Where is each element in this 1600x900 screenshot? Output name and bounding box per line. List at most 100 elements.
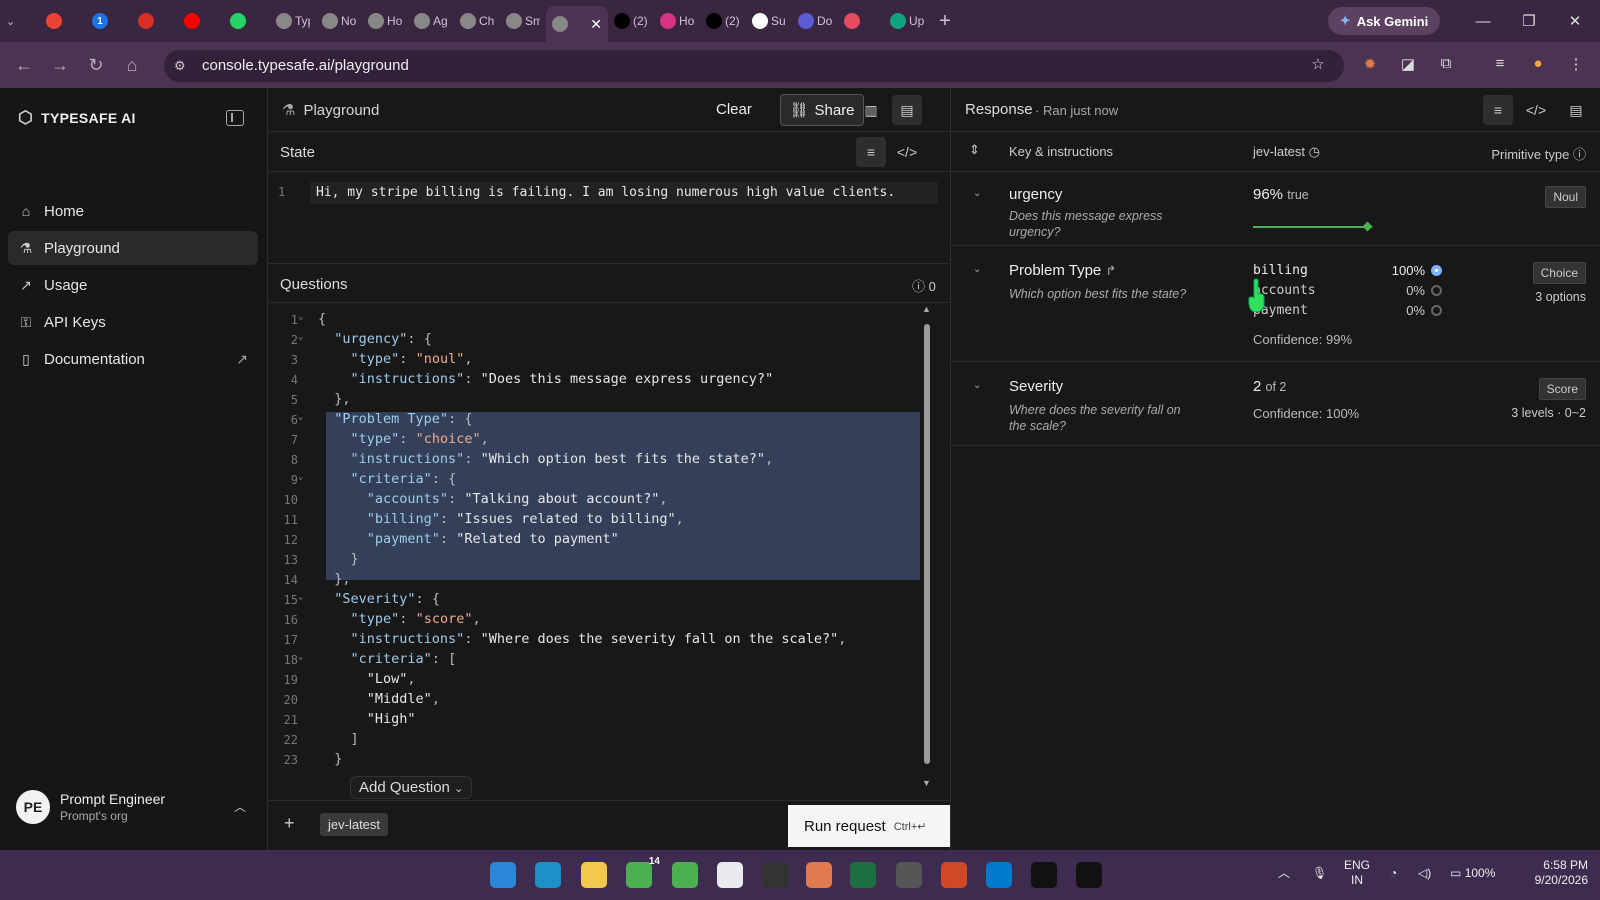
sidebar-item-api-keys[interactable]: ⚿ API Keys <box>8 305 258 339</box>
explorer-icon[interactable] <box>581 862 607 888</box>
back-icon[interactable]: ← <box>6 55 42 76</box>
browser-tab[interactable]: (2) <box>608 5 654 37</box>
code-line[interactable]: 9 ⌄ "criteria": { <box>268 470 938 490</box>
code-line[interactable]: 1 ⌄ { <box>268 310 938 330</box>
code-line[interactable]: 21 "High" <box>268 710 938 730</box>
response-row-severity[interactable]: ⌄ Severity Where does the severity fall … <box>951 362 1600 446</box>
code-line[interactable]: 19 "Low", <box>268 670 938 690</box>
chevron-down-icon[interactable]: ⌄ <box>973 264 981 275</box>
new-tab-button[interactable]: + <box>930 10 960 33</box>
response-row-problem-type[interactable]: ⌄ Problem Type ↱ Which option best fits … <box>951 246 1600 362</box>
fold-icon[interactable]: ⌄ <box>298 652 303 662</box>
chrome-icon[interactable] <box>717 862 743 888</box>
code-line[interactable]: 18 ⌄ "criteria": [ <box>268 650 938 670</box>
code-line[interactable]: 7 "type": "choice", <box>268 430 938 450</box>
browser-tab[interactable]: Sm <box>500 5 546 37</box>
edge-icon[interactable] <box>535 862 561 888</box>
share-arrow-icon[interactable]: ↱ <box>1105 263 1116 278</box>
profile-icon[interactable]: ● <box>1528 55 1548 75</box>
chevron-down-icon[interactable]: ⌄ <box>973 188 981 199</box>
run-request-button[interactable]: Run request Ctrl+↵ <box>788 805 950 847</box>
stacked-view-icon[interactable]: ▤ <box>892 95 922 125</box>
browser-tab[interactable]: Ho <box>362 5 408 37</box>
chevron-down-icon[interactable]: ⌄ <box>973 380 981 391</box>
media-icon[interactable]: ≡ <box>1490 55 1510 75</box>
forward-icon[interactable]: → <box>42 55 78 76</box>
tab-search-icon[interactable]: ⌄ <box>0 5 40 37</box>
mic-icon[interactable]: 🎙 <box>1312 866 1327 881</box>
editor-scrollbar[interactable]: ▲ ▼ <box>922 304 932 792</box>
expand-all-icon[interactable]: ⇕ <box>969 142 980 158</box>
vscode-icon[interactable] <box>986 862 1012 888</box>
code-line[interactable]: 5 }, <box>268 390 938 410</box>
close-tab-icon[interactable]: ✕ <box>590 16 602 33</box>
claude-icon[interactable] <box>806 862 832 888</box>
capcut-icon[interactable] <box>1076 862 1102 888</box>
browser-tab[interactable]: Age <box>408 5 454 37</box>
browser-tab[interactable]: ✕ <box>546 6 608 42</box>
code-line[interactable]: 11 "billing": "Issues related to billing… <box>268 510 938 530</box>
powerpoint-icon[interactable] <box>941 862 967 888</box>
code-line[interactable]: 10 "accounts": "Talking about account?", <box>268 490 938 510</box>
code-line[interactable]: 6 ⌄ "Problem Type": { <box>268 410 938 430</box>
browser-tab[interactable]: Ho <box>654 5 700 37</box>
state-editor[interactable]: 1 Hi, my stripe billing is failing. I am… <box>268 182 951 204</box>
wifi-icon[interactable]: ◔ <box>1390 866 1397 881</box>
claude-extension-icon[interactable]: ✹ <box>1360 55 1380 75</box>
model-tag[interactable]: jev-latest <box>320 813 389 836</box>
browser-tab[interactable] <box>224 5 270 37</box>
code-line[interactable]: 12 "payment": "Related to payment" <box>268 530 938 550</box>
language-indicator[interactable]: ENG IN <box>1344 858 1370 888</box>
sidebar-item-documentation[interactable]: ▯ Documentation ↗ <box>8 342 258 376</box>
add-model-icon[interactable]: + <box>284 813 295 834</box>
chevron-up-icon[interactable]: ︿ <box>1278 866 1290 881</box>
reload-icon[interactable]: ↻ <box>78 55 114 76</box>
excel-icon[interactable] <box>850 862 876 888</box>
close-window-icon[interactable]: ✕ <box>1552 0 1598 42</box>
clock[interactable]: 6:58 PM 9/20/2026 <box>1518 858 1588 888</box>
chevron-up-icon[interactable]: ︿ <box>234 798 246 815</box>
browser-tab[interactable] <box>178 5 224 37</box>
home-icon[interactable]: ⌂ <box>114 55 150 76</box>
user-profile[interactable]: PE Prompt Engineer Prompt's org <box>16 790 165 824</box>
terminal-icon[interactable] <box>762 862 788 888</box>
code-line[interactable]: 13 } <box>268 550 938 570</box>
ask-gemini-button[interactable]: ✦ Ask Gemini <box>1328 7 1440 35</box>
restore-icon[interactable]: ❐ <box>1506 0 1552 42</box>
code-line[interactable]: 20 "Middle", <box>268 690 938 710</box>
browser-tab[interactable]: 1 <box>86 5 132 37</box>
sidebar-item-playground[interactable]: ⚗ Playground <box>8 231 258 265</box>
minimize-icon[interactable]: — <box>1460 0 1506 42</box>
clear-button[interactable]: Clear <box>716 101 752 118</box>
text-view-icon[interactable]: ≡ <box>856 137 886 167</box>
code-line[interactable]: 8 "instructions": "Which option best fit… <box>268 450 938 470</box>
site-info-icon[interactable]: ⚙ <box>174 58 186 74</box>
browser-tab[interactable]: Cho <box>454 5 500 37</box>
collapse-sidebar-icon[interactable] <box>226 110 244 126</box>
fold-icon[interactable]: ⌄ <box>298 412 303 422</box>
volume-icon[interactable]: ◁) <box>1418 866 1431 881</box>
code-line[interactable]: 16 "type": "score", <box>268 610 938 630</box>
windows-icon[interactable] <box>490 862 516 888</box>
fold-icon[interactable]: ⌄ <box>298 592 303 602</box>
code-line[interactable]: 15 ⌄ "Severity": { <box>268 590 938 610</box>
code-line[interactable]: 3 "type": "noul", <box>268 350 938 370</box>
browser-tab[interactable]: Do <box>792 5 838 37</box>
browser-tab[interactable]: Suc <box>746 5 792 37</box>
sidebar-item-usage[interactable]: ↗ Usage <box>8 268 258 302</box>
code-view-icon[interactable]: </> <box>1521 95 1551 125</box>
browser-tab[interactable]: No <box>316 5 362 37</box>
chrome-icon[interactable]: 14 <box>626 856 660 888</box>
menu-dots-icon[interactable]: ⋮ <box>1566 55 1586 75</box>
puzzle-icon[interactable]: ⧉ <box>1436 55 1456 75</box>
questions-editor[interactable]: 1 ⌄{2 ⌄ "urgency": {3 "type": "noul", 4 "in… <box>268 310 938 790</box>
bookmark-star-icon[interactable]: ☆ <box>1308 55 1328 75</box>
split-view-icon[interactable]: ▥ <box>856 95 886 125</box>
scrollbar-thumb[interactable] <box>924 324 930 764</box>
fold-icon[interactable]: ⌄ <box>298 332 303 342</box>
code-line[interactable]: 2 ⌄ "urgency": { <box>268 330 938 350</box>
add-question-button[interactable]: Add Question ⌄ <box>350 776 473 799</box>
sidebar-item-home[interactable]: ⌂ Home <box>8 194 258 228</box>
fold-icon[interactable]: ⌄ <box>298 472 303 482</box>
browser-tab[interactable] <box>40 5 86 37</box>
